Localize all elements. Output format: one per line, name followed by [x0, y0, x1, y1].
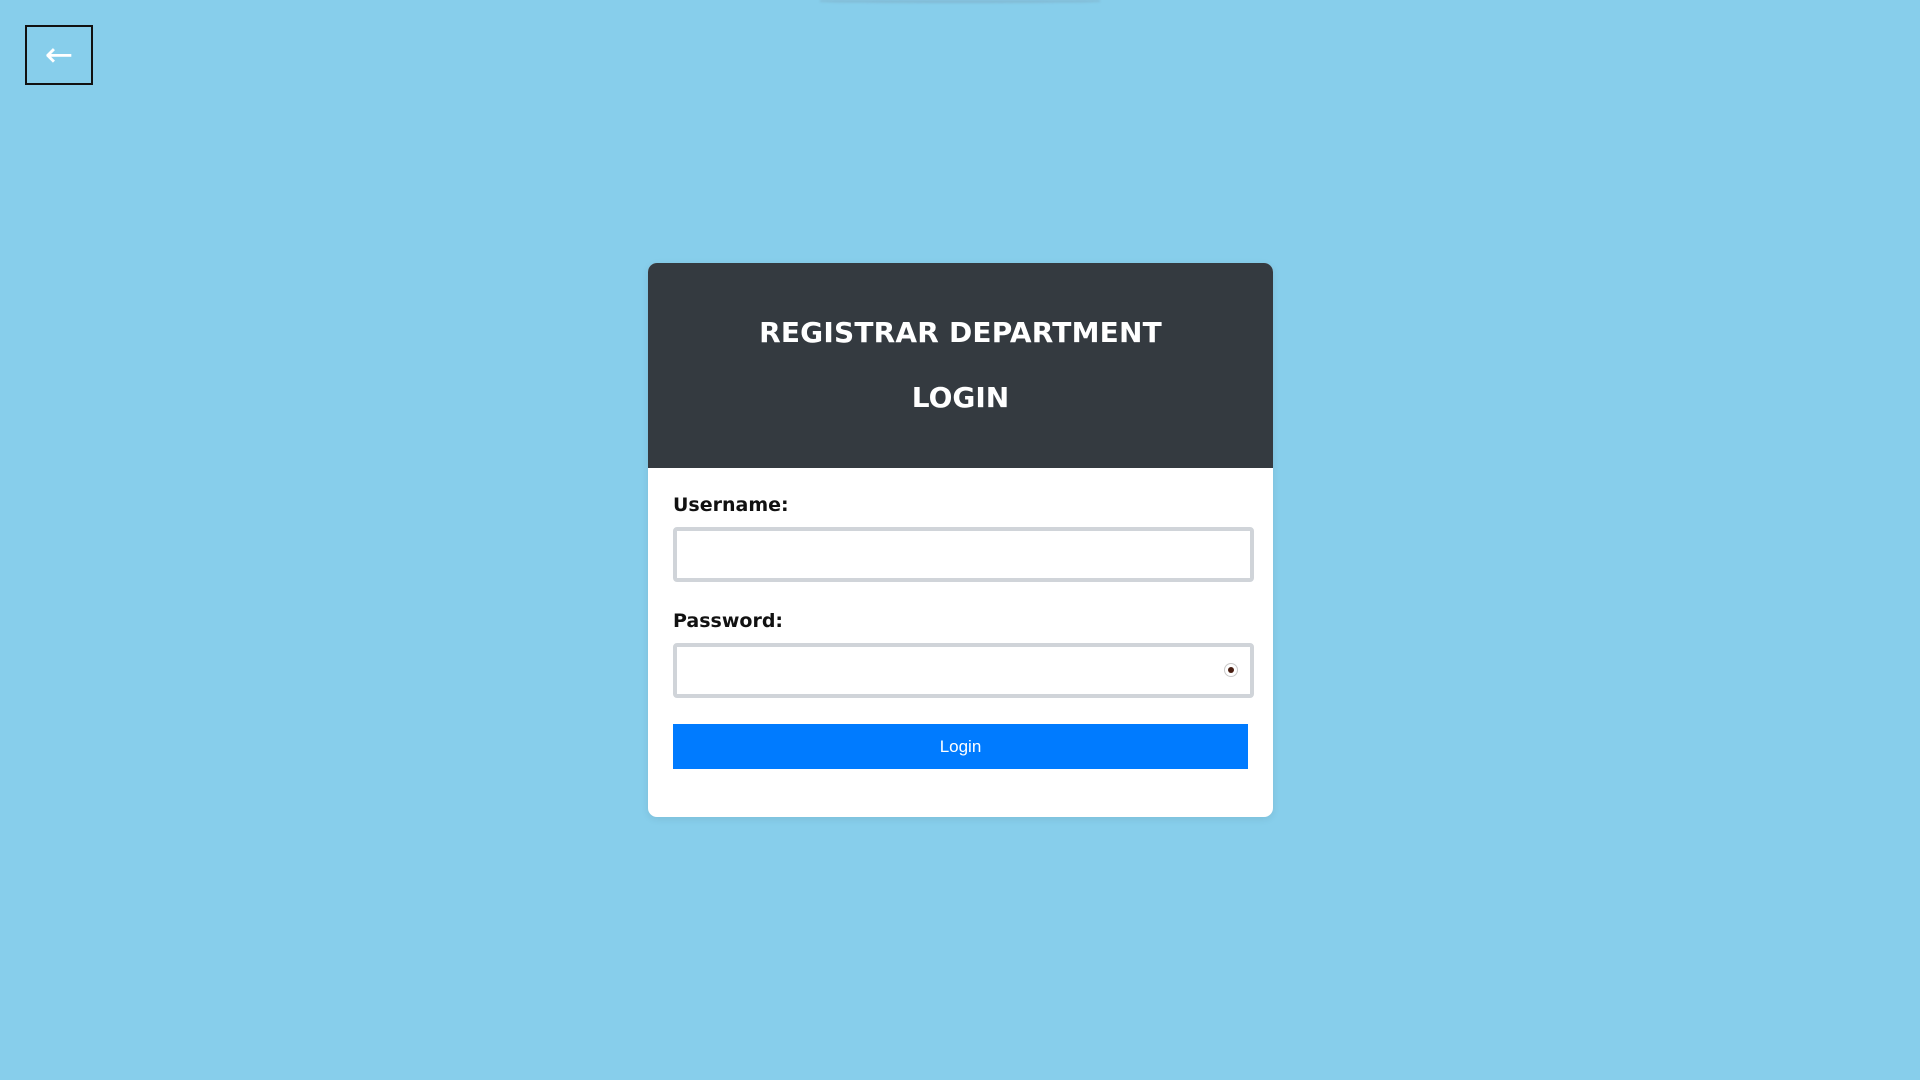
login-card: REGISTRAR DEPARTMENT LOGIN Username: Pas…	[648, 263, 1273, 817]
card-header: REGISTRAR DEPARTMENT LOGIN	[648, 263, 1273, 468]
login-form: Username: Password: Login	[648, 468, 1273, 769]
password-input[interactable]	[673, 643, 1254, 698]
username-input[interactable]	[673, 527, 1254, 582]
login-button[interactable]: Login	[673, 724, 1248, 769]
username-label: Username:	[673, 494, 789, 516]
page-subtitle: LOGIN	[911, 381, 1010, 414]
username-input-wrapper	[673, 527, 1254, 582]
eye-icon[interactable]	[1224, 663, 1238, 677]
password-label: Password:	[673, 610, 784, 632]
page-title: REGISTRAR DEPARTMENT	[759, 316, 1162, 349]
back-button[interactable]: ←	[25, 25, 93, 85]
password-input-wrapper	[673, 643, 1254, 698]
top-edge-shadow	[820, 0, 1100, 3]
